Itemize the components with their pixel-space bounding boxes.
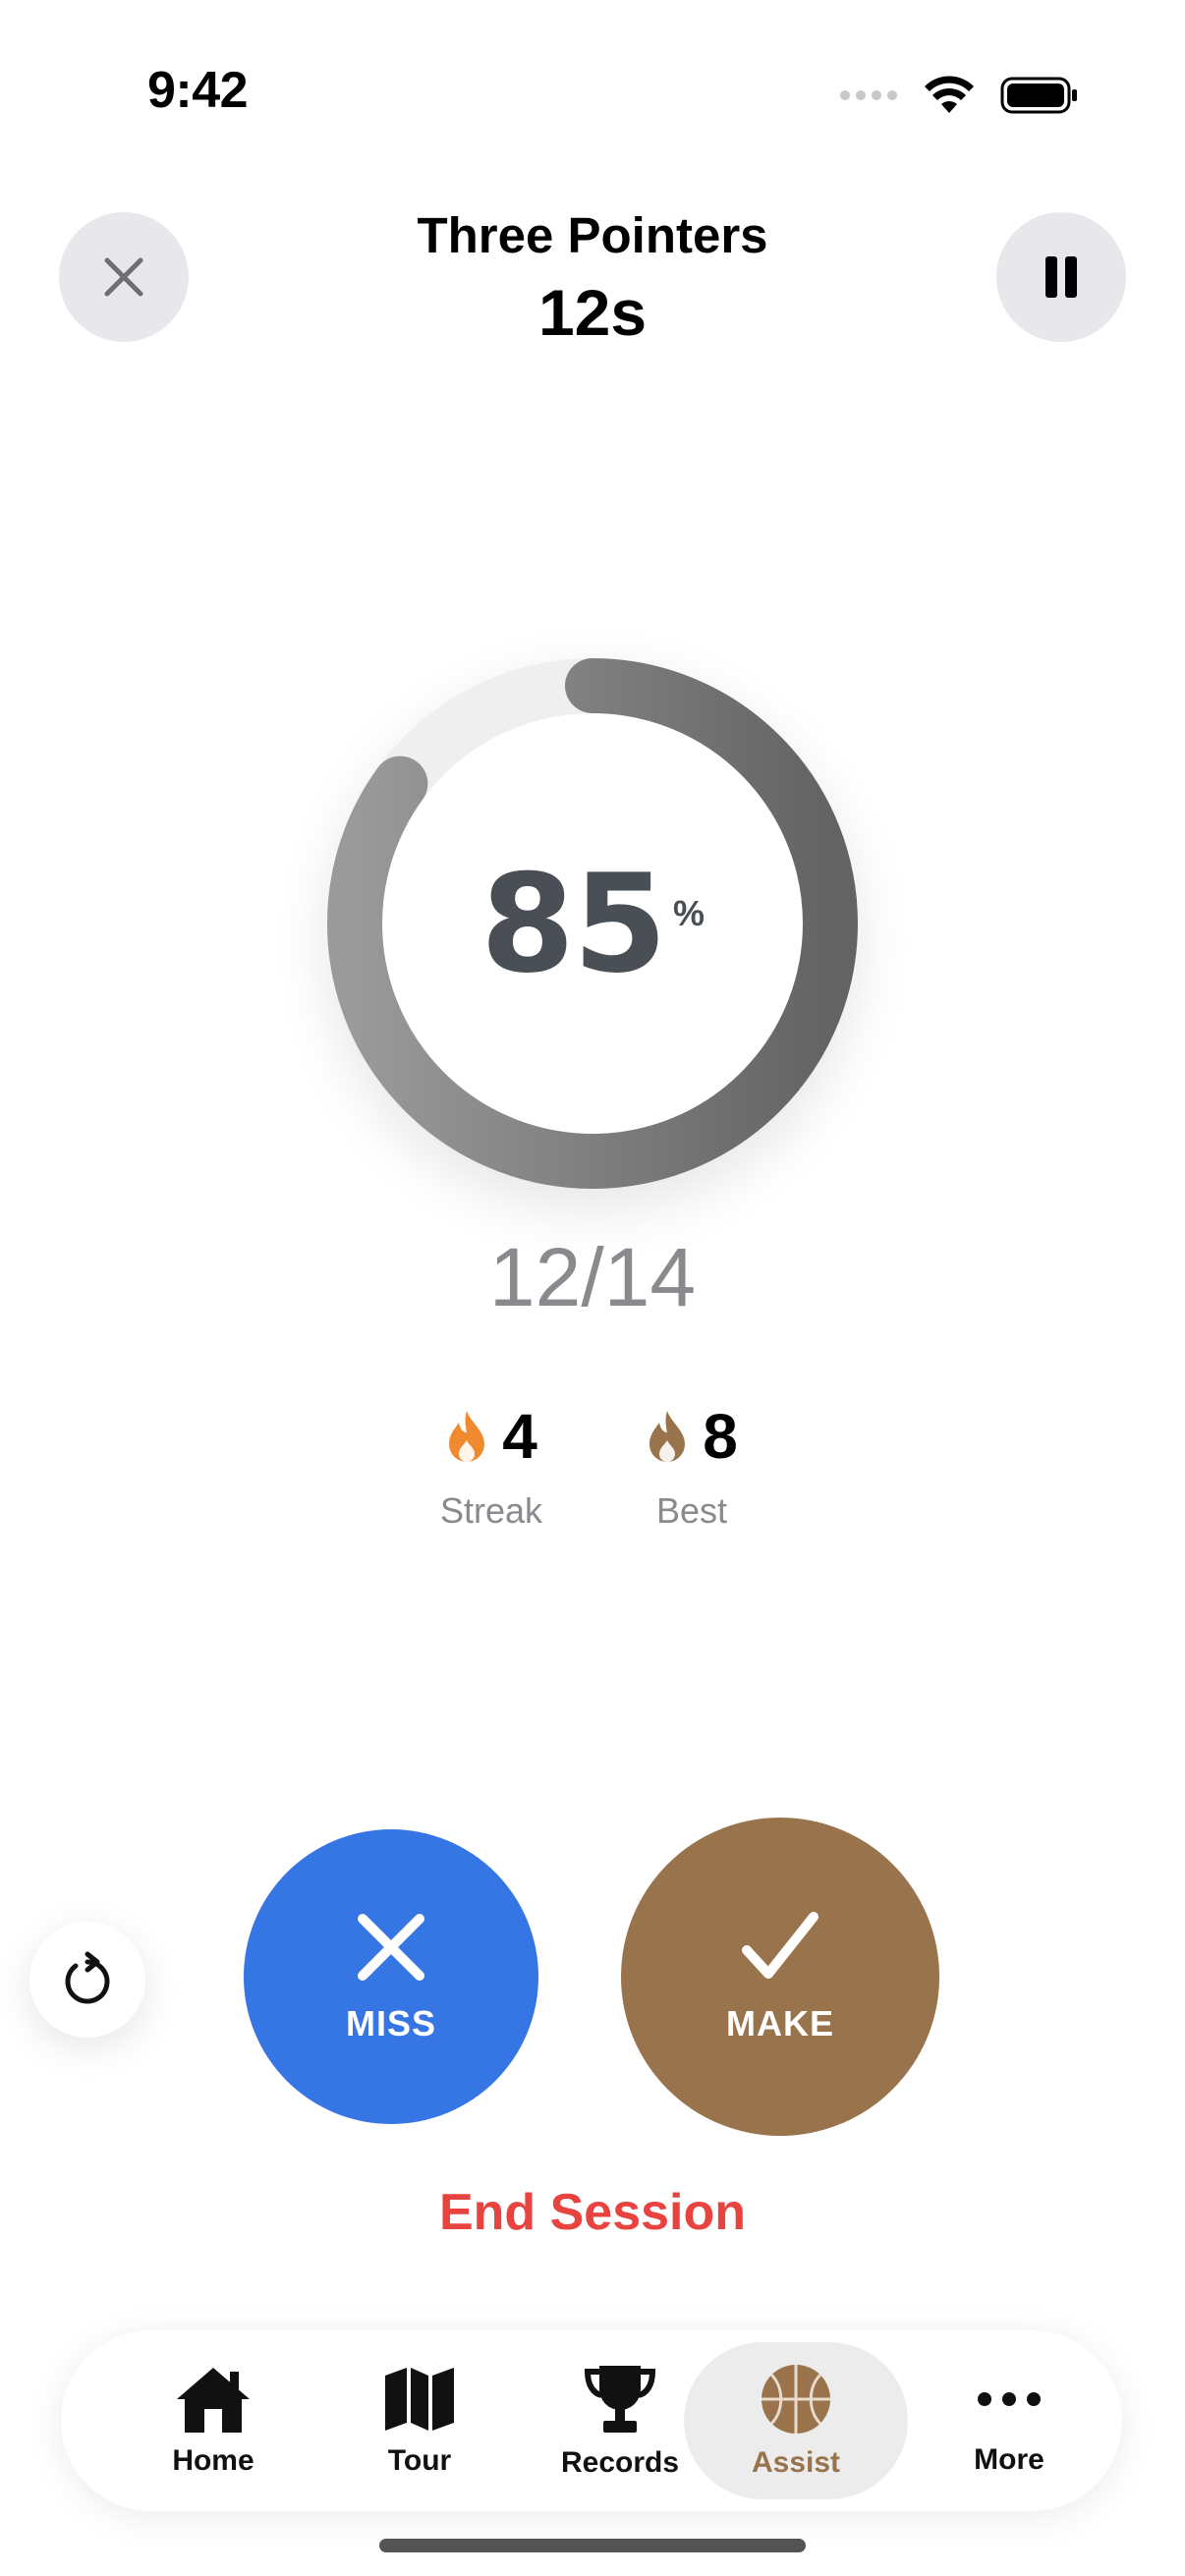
status-icons (839, 71, 1079, 120)
flame-icon (449, 1411, 485, 1462)
best-value: 8 (703, 1401, 738, 1472)
undo-icon (65, 1951, 110, 2004)
miss-button[interactable]: MISS (244, 1829, 538, 2124)
streak-label: Streak (439, 1490, 543, 1531)
tab-tour[interactable]: Tour (316, 2330, 523, 2511)
best-label: Best (655, 1490, 728, 1531)
house-icon (177, 2368, 250, 2433)
best-stat: 8 Best (593, 1400, 790, 1532)
tab-label: Tour (387, 2444, 452, 2477)
make-button[interactable]: MAKE (621, 1818, 939, 2136)
miss-label: MISS (345, 2003, 436, 2044)
tab-home[interactable]: Home (110, 2330, 316, 2511)
percent-sign: % (673, 893, 705, 933)
checkmark-icon (742, 1912, 818, 1979)
streak-value: 4 (502, 1401, 537, 1472)
map-icon (385, 2368, 454, 2431)
tab-label: Home (172, 2444, 254, 2477)
tab-more[interactable]: More (906, 2330, 1112, 2511)
end-session-button[interactable]: End Session (0, 2183, 1185, 2242)
accuracy-value: 85 (480, 844, 667, 1003)
ellipsis-icon (978, 2392, 1041, 2406)
tab-bar: Home Tour Records Assist More (61, 2330, 1122, 2511)
shots-made-total: 12/14 (488, 1231, 697, 1323)
status-time: 9:42 (147, 62, 249, 119)
trophy-icon (584, 2366, 656, 2433)
pause-icon (1045, 256, 1077, 298)
tab-label: Records (560, 2446, 680, 2479)
pause-button[interactable] (996, 212, 1126, 342)
x-icon (358, 1914, 424, 1981)
accuracy-percentage: 85 % (298, 629, 887, 1218)
make-label: MAKE (726, 2003, 834, 2044)
undo-button[interactable] (29, 1922, 145, 2038)
tab-label: More (974, 2443, 1044, 2476)
basketball-icon (762, 2365, 830, 2434)
battery-icon (1000, 77, 1077, 114)
tab-assist[interactable]: Assist (684, 2342, 908, 2499)
flame-icon (649, 1411, 686, 1462)
home-indicator (379, 2539, 806, 2552)
wifi-icon (925, 76, 974, 113)
tab-label: Assist (751, 2446, 841, 2479)
cellular-signal-icon (840, 90, 897, 100)
streak-stat: 4 Streak (393, 1400, 590, 1532)
